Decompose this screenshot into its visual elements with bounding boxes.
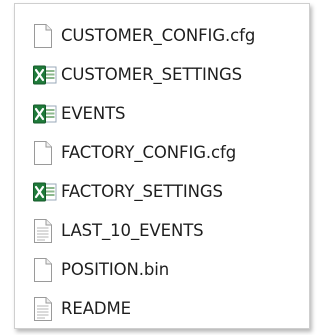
- file-item-last-10-events[interactable]: LAST_10_EVENTS: [33, 211, 255, 250]
- file-name: FACTORY_CONFIG.cfg: [61, 143, 237, 162]
- blank-file-icon: [33, 140, 57, 166]
- file-name: CUSTOMER_SETTINGS: [61, 65, 243, 84]
- file-name: FACTORY_SETTINGS: [61, 182, 223, 201]
- excel-csv-icon: [33, 62, 57, 88]
- file-name: CUSTOMER_CONFIG.cfg: [61, 26, 256, 45]
- blank-file-icon: [33, 23, 57, 49]
- blank-file-icon: [33, 257, 57, 283]
- excel-csv-icon: [33, 101, 57, 127]
- file-item-events[interactable]: EVENTS: [33, 94, 255, 133]
- file-list: CUSTOMER_CONFIG.cfg CUSTOMER_SETTINGS EV…: [33, 16, 255, 328]
- file-item-factory-settings[interactable]: FACTORY_SETTINGS: [33, 172, 255, 211]
- file-item-position-bin[interactable]: POSITION.bin: [33, 250, 255, 289]
- file-name: POSITION.bin: [61, 260, 170, 279]
- file-item-customer-config[interactable]: CUSTOMER_CONFIG.cfg: [33, 16, 255, 55]
- excel-csv-icon: [33, 179, 57, 205]
- file-item-factory-config[interactable]: FACTORY_CONFIG.cfg: [33, 133, 255, 172]
- text-file-icon: [33, 296, 57, 322]
- text-file-icon: [33, 218, 57, 244]
- file-item-customer-settings[interactable]: CUSTOMER_SETTINGS: [33, 55, 255, 94]
- file-name: EVENTS: [61, 104, 126, 123]
- file-name: LAST_10_EVENTS: [61, 221, 204, 240]
- file-name: README: [61, 299, 131, 318]
- file-item-readme[interactable]: README: [33, 289, 255, 328]
- file-list-panel: CUSTOMER_CONFIG.cfg CUSTOMER_SETTINGS EV…: [14, 3, 310, 329]
